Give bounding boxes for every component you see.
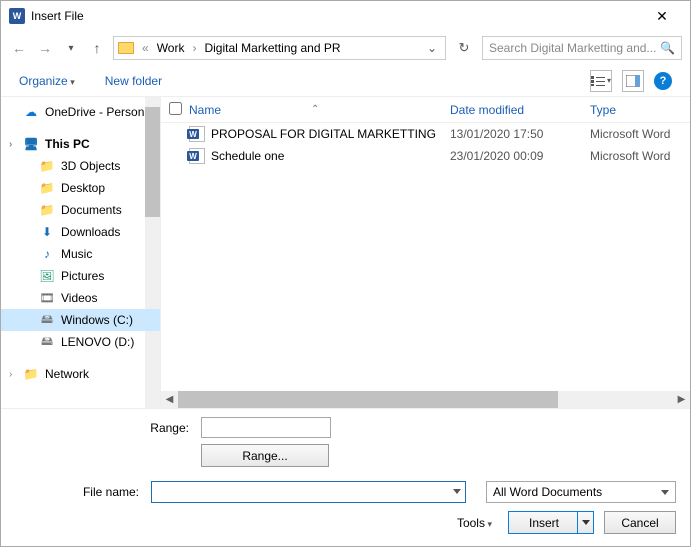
pic-icon: 🖼	[39, 269, 55, 283]
tree-item-label: This PC	[45, 137, 90, 151]
tree-item[interactable]: 🖴 Windows (C:)	[1, 309, 160, 331]
new-folder-button[interactable]: New folder	[105, 74, 162, 88]
tree-item-label: 3D Objects	[61, 159, 120, 173]
drive-icon: 🖴	[39, 313, 55, 327]
title-bar: W Insert File ✕	[1, 1, 690, 31]
file-type-filter[interactable]: All Word Documents	[486, 481, 676, 503]
range-label: Range:	[15, 421, 195, 435]
toolbar: Organize New folder ▾ ?	[1, 65, 690, 97]
word-app-icon: W	[9, 8, 25, 24]
refresh-button[interactable]: ↻	[452, 36, 476, 60]
range-button[interactable]: Range...	[201, 444, 329, 467]
tree-item[interactable]: 📁 Documents	[1, 199, 160, 221]
tree-item[interactable]: › 🖥 This PC	[1, 133, 160, 155]
up-button[interactable]: ↑	[87, 40, 107, 56]
file-name: PROPOSAL FOR DIGITAL MARKETTING	[211, 127, 436, 141]
tree-item-label: Network	[45, 367, 89, 381]
search-icon: 🔍	[660, 41, 675, 55]
tree-item[interactable]: ☁ OneDrive - Person	[1, 101, 160, 123]
tree-item-label: LENOVO (D:)	[61, 335, 134, 349]
insert-dropdown[interactable]	[577, 512, 593, 533]
dl-icon: ⬇	[39, 225, 55, 239]
breadcrumb-sep: ›	[188, 41, 200, 55]
tree-item[interactable]: 📁 3D Objects	[1, 155, 160, 177]
pc-icon: 🖥	[23, 137, 39, 151]
music-icon: ♪	[39, 247, 55, 261]
search-input[interactable]: Search Digital Marketting and... 🔍	[482, 36, 682, 60]
main-area: ☁ OneDrive - Person › 🖥 This PC 📁 3D Objects 📁 D…	[1, 97, 690, 408]
tree-item-label: Downloads	[61, 225, 120, 239]
view-options-button[interactable]: ▾	[590, 70, 612, 92]
expand-icon[interactable]: ›	[9, 139, 12, 150]
generic-icon: 📁	[23, 367, 39, 381]
list-view-icon	[591, 76, 605, 86]
recent-dropdown[interactable]: ▾	[61, 43, 81, 54]
column-type[interactable]: Type	[590, 103, 690, 117]
tree-item[interactable]: ⬇ Downloads	[1, 221, 160, 243]
word-doc-icon	[189, 148, 205, 164]
preview-pane-button[interactable]	[622, 70, 644, 92]
forward-button[interactable]: →	[35, 40, 55, 56]
file-row[interactable]: Schedule one 23/01/2020 00:09Microsoft Wo…	[161, 145, 690, 167]
search-placeholder: Search Digital Marketting and...	[489, 41, 656, 55]
bottom-panel: Range: Range... File name: All Word Docu…	[1, 408, 690, 546]
sort-indicator-icon: ⌃	[311, 104, 319, 115]
tree-item[interactable]: ♪ Music	[1, 243, 160, 265]
file-type: Microsoft Word	[590, 149, 690, 163]
filename-label: File name:	[15, 485, 145, 499]
tools-menu[interactable]: Tools	[457, 516, 498, 530]
file-list-pane: Name⌃ Date modified Type PROPOSAL FOR DI…	[161, 97, 690, 408]
nav-bar: ← → ▾ ↑ « Work › Digital Marketting and …	[1, 31, 690, 65]
vid-icon: 🎞	[39, 291, 55, 305]
tree-item-label: Windows (C:)	[61, 313, 133, 327]
tree-item-label: Music	[61, 247, 92, 261]
address-bar[interactable]: « Work › Digital Marketting and PR ⌄	[113, 36, 446, 60]
breadcrumb-item[interactable]: Digital Marketting and PR	[202, 41, 342, 55]
folder-icon	[118, 42, 134, 54]
column-date[interactable]: Date modified	[450, 103, 590, 117]
window-title: Insert File	[31, 9, 642, 23]
drive-icon: 🖴	[39, 335, 55, 349]
column-name[interactable]: Name⌃	[189, 103, 450, 117]
tree-item[interactable]: 🎞 Videos	[1, 287, 160, 309]
organize-menu[interactable]: Organize	[19, 74, 75, 88]
file-date: 13/01/2020 17:50	[450, 127, 590, 141]
tree-item-label: OneDrive - Person	[45, 105, 144, 119]
address-dropdown[interactable]: ⌄	[427, 41, 437, 55]
column-headers: Name⌃ Date modified Type	[161, 97, 690, 123]
file-type: Microsoft Word	[590, 127, 690, 141]
back-button[interactable]: ←	[9, 40, 29, 56]
close-button[interactable]: ✕	[642, 8, 682, 25]
filename-input[interactable]	[151, 481, 466, 503]
help-button[interactable]: ?	[654, 72, 672, 90]
preview-pane-icon	[626, 75, 640, 87]
file-row[interactable]: PROPOSAL FOR DIGITAL MARKETTING 13/01/202…	[161, 123, 690, 145]
word-doc-icon	[189, 126, 205, 142]
tree-item-label: Desktop	[61, 181, 105, 195]
cancel-button[interactable]: Cancel	[604, 511, 676, 534]
generic-icon: 📁	[39, 181, 55, 195]
navigation-tree: ☁ OneDrive - Person › 🖥 This PC 📁 3D Objects 📁 D…	[1, 97, 161, 408]
select-all-checkbox[interactable]	[169, 102, 182, 115]
breadcrumb-prefix: «	[138, 41, 153, 55]
tree-item-label: Videos	[61, 291, 97, 305]
tree-item[interactable]: 🖴 LENOVO (D:)	[1, 331, 160, 353]
tree-item[interactable]: 🖼 Pictures	[1, 265, 160, 287]
onedrive-icon: ☁	[23, 105, 39, 119]
range-input[interactable]	[201, 417, 331, 438]
generic-icon: 📁	[39, 159, 55, 173]
tree-item-label: Pictures	[61, 269, 104, 283]
tree-item[interactable]: 📁 Desktop	[1, 177, 160, 199]
file-name: Schedule one	[211, 149, 284, 163]
tree-item[interactable]: › 📁 Network	[1, 363, 160, 385]
insert-button[interactable]: Insert	[508, 511, 594, 534]
breadcrumb-item[interactable]: Work	[155, 41, 187, 55]
expand-icon[interactable]: ›	[9, 369, 12, 380]
horizontal-scrollbar[interactable]: ◀▶	[161, 391, 690, 408]
file-date: 23/01/2020 00:09	[450, 149, 590, 163]
generic-icon: 📁	[39, 203, 55, 217]
tree-item-label: Documents	[61, 203, 122, 217]
